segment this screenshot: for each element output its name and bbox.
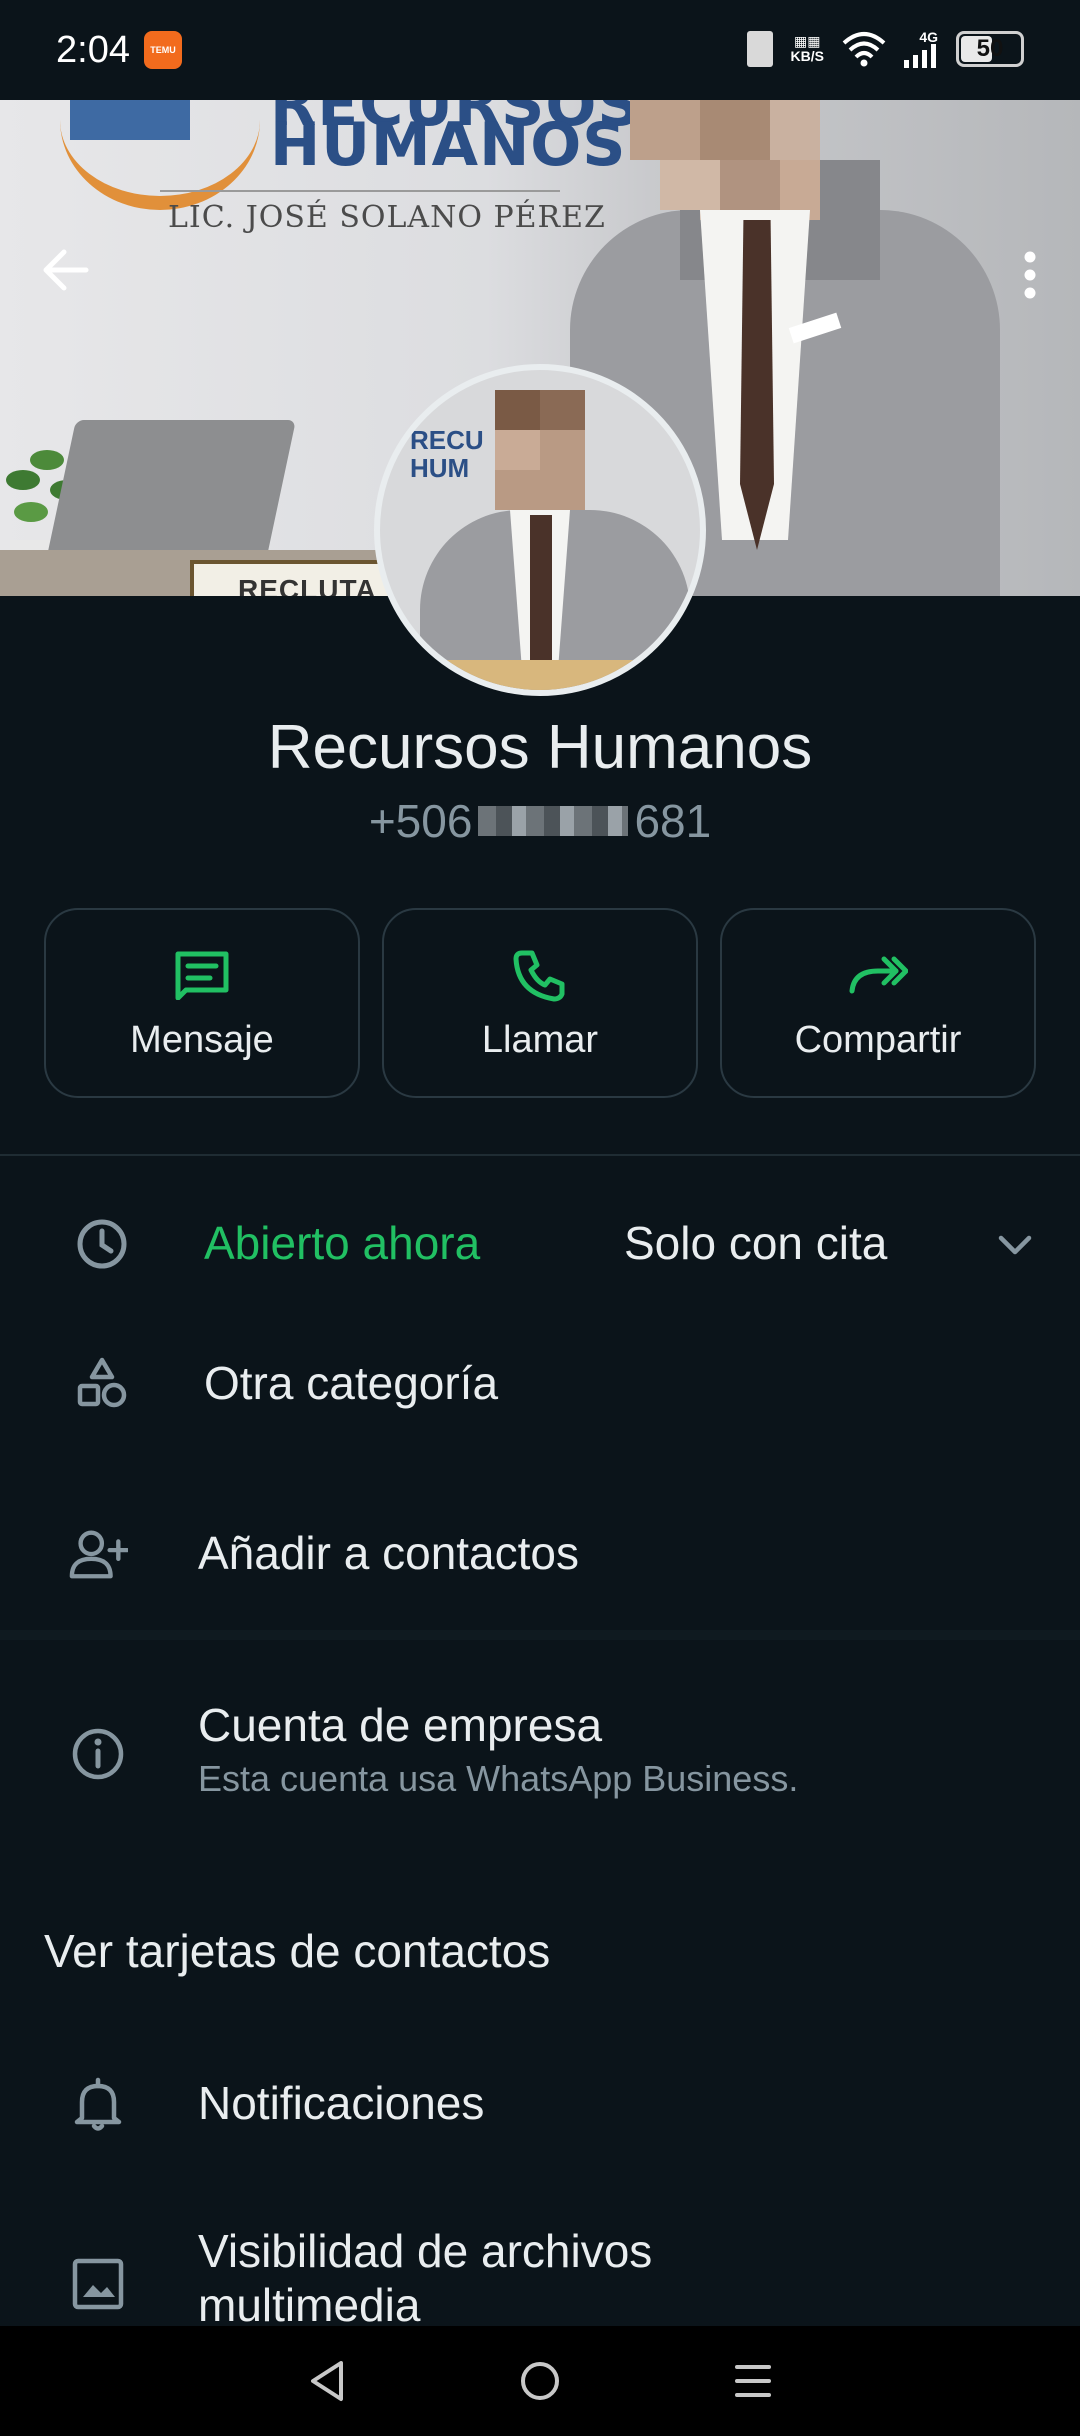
notifications-label: Notificaciones bbox=[198, 2077, 485, 2129]
nav-back-button[interactable] bbox=[287, 2341, 367, 2421]
business-hours-row[interactable]: Abierto ahora Solo con cita bbox=[0, 1204, 1080, 1284]
call-button[interactable]: Llamar bbox=[382, 908, 698, 1098]
cover-rule bbox=[160, 190, 560, 192]
menu-lines-icon bbox=[735, 2365, 772, 2397]
system-nav-bar bbox=[0, 2326, 1080, 2436]
add-to-contacts-label: Añadir a contactos bbox=[198, 1527, 580, 1579]
sim-icon bbox=[746, 31, 773, 67]
shapes-icon bbox=[72, 1354, 132, 1414]
media-visibility-row[interactable]: Visibilidad de archivos multimedia bbox=[0, 2224, 1080, 2328]
clock-icon bbox=[72, 1214, 132, 1274]
image-icon bbox=[68, 2254, 128, 2314]
status-bar: 2:04 TEMU ▦▦ KB/S 4G 50 bbox=[0, 0, 1080, 100]
message-icon bbox=[172, 945, 232, 1005]
arrow-left-icon bbox=[43, 249, 89, 291]
cell-signal-icon: 4G bbox=[904, 30, 938, 68]
category-label: Otra categoría bbox=[204, 1357, 499, 1409]
quick-actions: Mensaje Llamar Compartir bbox=[44, 908, 1036, 1098]
cover-subtitle: LIC. JOSÉ SOLANO PÉREZ bbox=[168, 200, 606, 235]
phone-icon bbox=[510, 945, 570, 1005]
nav-recents-button[interactable] bbox=[713, 2341, 793, 2421]
nav-home-button[interactable] bbox=[500, 2341, 580, 2421]
person-add-icon bbox=[68, 1524, 128, 1584]
status-time: 2:04 bbox=[56, 28, 130, 71]
business-account-title: Cuenta de empresa bbox=[198, 1699, 603, 1751]
media-visibility-label: Visibilidad de archivos multimedia bbox=[198, 2225, 653, 2328]
call-label: Llamar bbox=[481, 1018, 599, 1061]
business-account-subtitle: Esta cuenta usa WhatsApp Business. bbox=[198, 1758, 799, 1799]
chevron-down-icon[interactable] bbox=[985, 1214, 1045, 1274]
wifi-icon bbox=[842, 32, 886, 67]
net-speed: ▦▦ KB/S bbox=[790, 33, 824, 64]
profile-avatar[interactable]: RECU HUM bbox=[374, 364, 706, 696]
phone-suffix: 681 bbox=[634, 795, 712, 847]
phone-number: +506 681 bbox=[0, 794, 1080, 848]
info-icon bbox=[68, 1724, 128, 1784]
temu-app-icon: TEMU bbox=[143, 31, 182, 69]
hours-status: Abierto ahora bbox=[204, 1217, 481, 1269]
share-icon bbox=[848, 945, 908, 1005]
more-options-button[interactable] bbox=[1000, 240, 1060, 310]
business-account-row[interactable]: Cuenta de empresa Esta cuenta usa WhatsA… bbox=[0, 1694, 1080, 1814]
logo-swoosh bbox=[60, 100, 260, 210]
contact-name: Recursos Humanos bbox=[267, 713, 813, 782]
back-button[interactable] bbox=[36, 240, 96, 300]
category-row: Otra categoría bbox=[0, 1344, 1080, 1424]
battery-icon: 50 bbox=[956, 31, 1024, 67]
hours-note: Solo con cita bbox=[624, 1217, 888, 1269]
add-to-contacts-button[interactable]: Añadir a contactos bbox=[0, 1514, 1080, 1594]
section-separator bbox=[0, 1630, 1080, 1640]
section-divider bbox=[0, 1154, 1080, 1156]
message-label: Mensaje bbox=[130, 1018, 274, 1061]
more-vert-icon bbox=[1024, 251, 1036, 299]
phone-prefix: +506 bbox=[368, 795, 473, 847]
notifications-row[interactable]: Notificaciones bbox=[0, 2064, 1080, 2144]
view-contact-cards[interactable]: Ver tarjetas de contactos bbox=[44, 1924, 550, 1978]
share-label: Compartir bbox=[794, 1018, 962, 1061]
status-icons: ▦▦ KB/S 4G 50 bbox=[746, 30, 1024, 68]
circle-home-icon bbox=[520, 2362, 559, 2400]
laptop-image bbox=[44, 420, 296, 570]
avatar-logo-text: RECU HUM bbox=[410, 425, 484, 483]
message-button[interactable]: Mensaje bbox=[44, 908, 360, 1098]
bell-icon bbox=[68, 2074, 128, 2134]
share-button[interactable]: Compartir bbox=[720, 908, 1036, 1098]
triangle-back-icon bbox=[310, 2361, 343, 2401]
phone-redaction bbox=[478, 806, 629, 836]
